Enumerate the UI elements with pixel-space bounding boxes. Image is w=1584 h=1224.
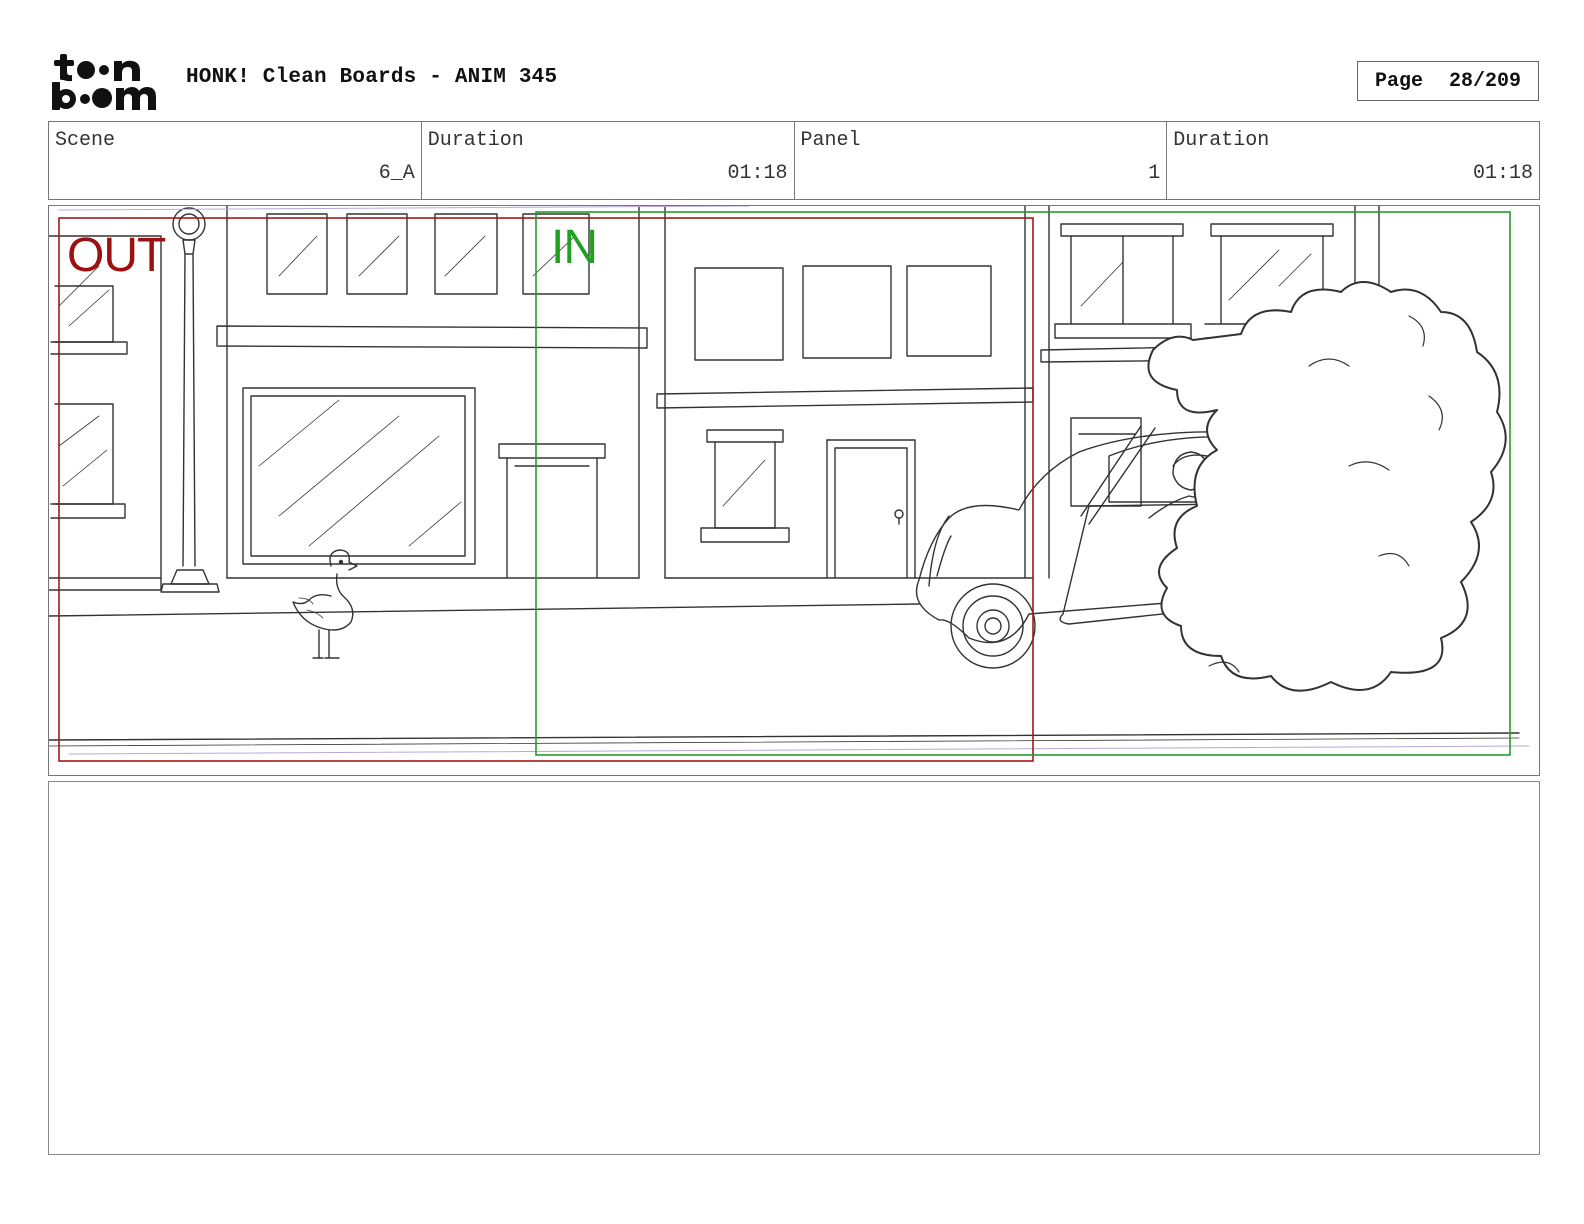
street-scene-drawing: [49, 206, 1530, 762]
toonboom-logo-mark: [52, 54, 156, 110]
door-building: [656, 206, 1034, 579]
page-number: 28/209: [1449, 69, 1522, 93]
page-indicator: Page 28/209: [1357, 61, 1539, 101]
page-label: Page: [1374, 69, 1423, 93]
panel-notes-box: [48, 781, 1540, 1155]
scene-cell: Scene 6_A: [49, 122, 422, 199]
scene-duration-cell: Duration 01:18: [422, 122, 795, 199]
scene-value: 6_A: [378, 162, 415, 185]
panel-info-row: Scene 6_A Duration 01:18 Panel 1 Duratio…: [48, 121, 1540, 200]
out-frame-label: OUT: [67, 229, 166, 282]
scene-duration-value: 01:18: [727, 162, 788, 185]
out-frame: [58, 217, 1034, 762]
street-lamp: [160, 207, 220, 593]
panel-value: 1: [1148, 162, 1161, 185]
scene-label: Scene: [55, 129, 116, 152]
curb-line: [49, 603, 920, 617]
document-title: HONK! Clean Boards - ANIM 345: [186, 66, 558, 89]
panel-duration-label: Duration: [1173, 129, 1270, 152]
panel-duration-value: 01:18: [1472, 162, 1533, 185]
in-frame-label: IN: [551, 221, 598, 274]
exhaust-smoke-cloud: [1147, 281, 1507, 692]
panel-cell: Panel 1: [795, 122, 1168, 199]
goose: [292, 549, 358, 659]
storyboard-panel-image: OUT IN: [48, 205, 1540, 776]
panel-duration-cell: Duration 01:18: [1167, 122, 1539, 199]
toonboom-logo: [50, 50, 166, 114]
left-building: [49, 235, 162, 591]
panel-label: Panel: [800, 129, 861, 152]
scene-duration-label: Duration: [427, 129, 524, 152]
